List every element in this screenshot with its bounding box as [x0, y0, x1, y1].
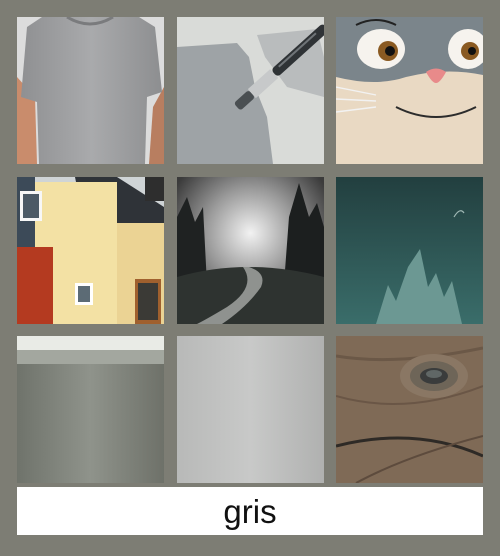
misty-forest-image: [177, 177, 324, 324]
yellow-house-image: [17, 177, 164, 324]
mood-board: gris: [0, 0, 500, 556]
tile-grey-tshirt: [17, 17, 164, 164]
tile-wood-knot: [336, 336, 483, 483]
tile-cartoon-cat: [336, 17, 483, 164]
caption-bar: gris: [17, 487, 483, 535]
grey-tshirt-image: [17, 17, 164, 164]
paintbrush-image: [177, 17, 324, 164]
tile-grey-gradient: [177, 336, 324, 483]
grey-cup-image: [17, 336, 164, 483]
cartoon-cat-image: [336, 17, 483, 164]
tile-paintbrush: [177, 17, 324, 164]
teal-spires-image: [336, 177, 483, 324]
grey-gradient-image: [177, 336, 324, 483]
tile-yellow-house: [17, 177, 164, 324]
tile-misty-forest: [177, 177, 324, 324]
tile-grey-cup: [17, 336, 164, 483]
tile-teal-spires: [336, 177, 483, 324]
caption-text: gris: [223, 492, 277, 530]
wood-knot-image: [336, 336, 483, 483]
